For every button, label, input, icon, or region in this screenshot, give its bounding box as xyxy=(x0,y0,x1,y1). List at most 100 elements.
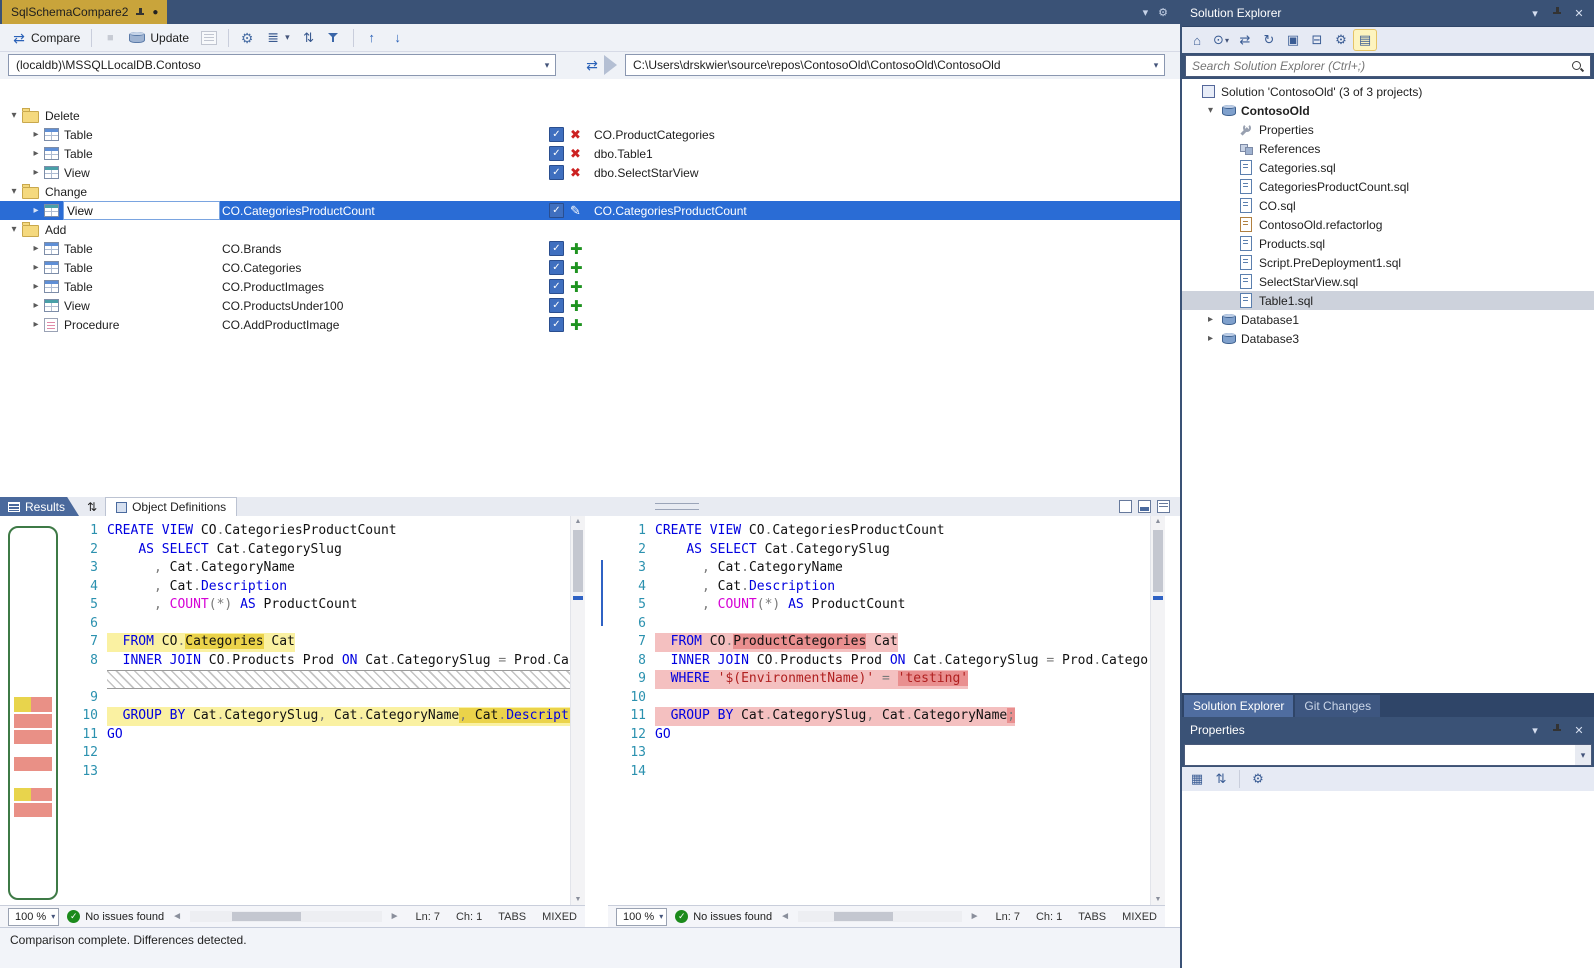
zoom-level-dropdown[interactable]: 100 %▾ xyxy=(8,908,59,926)
sort-results-button[interactable] xyxy=(296,28,322,48)
include-checkbox[interactable]: ✓ xyxy=(549,127,564,142)
scroll-left-icon[interactable]: ◄ xyxy=(780,911,790,922)
tree-item[interactable]: Categories.sql xyxy=(1182,158,1594,177)
scrollbar-thumb[interactable] xyxy=(1153,530,1163,592)
diff-row[interactable]: ▸View✓✖dbo.SelectStarView xyxy=(0,163,1180,182)
source-pane-button[interactable] xyxy=(1119,500,1132,513)
include-checkbox[interactable]: ✓ xyxy=(549,279,564,294)
include-checkbox[interactable]: ✓ xyxy=(549,317,564,332)
close-icon[interactable]: ✕ xyxy=(1572,724,1586,737)
left-editor-vertical-scrollbar[interactable]: ▲ ▼ xyxy=(570,516,585,905)
chevron-right-icon[interactable]: ▸ xyxy=(28,148,44,159)
properties-object-dropdown[interactable]: ▾ xyxy=(1184,744,1592,766)
previous-difference-button[interactable] xyxy=(359,28,385,48)
chevron-down-icon[interactable]: ▾ xyxy=(6,224,22,235)
chevron-down-icon[interactable]: ▾ xyxy=(1147,55,1164,75)
tree-item[interactable]: ▾ContosoOld xyxy=(1182,101,1594,120)
scroll-down-icon[interactable]: ▼ xyxy=(1151,896,1165,903)
pending-changes-filter-button[interactable]: ⊙▾ xyxy=(1210,30,1232,50)
chevron-down-icon[interactable]: ▾ xyxy=(1528,7,1542,20)
solution-explorer-titlebar[interactable]: Solution Explorer ▾ ✕ xyxy=(1182,0,1594,26)
pin-icon[interactable] xyxy=(135,7,145,18)
horizontal-scrollbar[interactable] xyxy=(190,911,382,922)
target-definition-editor[interactable]: 1CREATE VIEW CO.CategoriesProductCount2 … xyxy=(608,516,1165,905)
zoom-level-dropdown[interactable]: 100 %▾ xyxy=(616,908,667,926)
switch-views-button[interactable]: ⌂ xyxy=(1186,30,1208,50)
tree-item[interactable]: SelectStarView.sql xyxy=(1182,272,1594,291)
tree-item[interactable]: Script.PreDeployment1.sql xyxy=(1182,253,1594,272)
scroll-up-icon[interactable]: ▲ xyxy=(571,518,585,525)
tree-item[interactable]: CO.sql xyxy=(1182,196,1594,215)
search-icon[interactable] xyxy=(1571,60,1584,73)
filter-button[interactable] xyxy=(322,29,348,47)
split-panes-button[interactable] xyxy=(1138,500,1151,513)
include-checkbox[interactable]: ✓ xyxy=(549,146,564,161)
scroll-right-icon[interactable]: ► xyxy=(970,911,980,922)
scroll-left-icon[interactable]: ◄ xyxy=(172,911,182,922)
horizontal-scrollbar[interactable] xyxy=(798,911,962,922)
include-checkbox[interactable]: ✓ xyxy=(549,203,564,218)
tree-item[interactable]: CategoriesProductCount.sql xyxy=(1182,177,1594,196)
chevron-right-icon[interactable]: ▸ xyxy=(28,243,44,254)
include-checkbox[interactable]: ✓ xyxy=(549,165,564,180)
solution-tree[interactable]: Solution 'ContosoOld' (3 of 3 projects)▾… xyxy=(1182,79,1594,693)
solution-search-box[interactable] xyxy=(1185,55,1591,77)
group-results-button[interactable]: ▾ xyxy=(260,28,296,48)
tab-results[interactable]: Results xyxy=(0,497,79,516)
pin-icon[interactable] xyxy=(1550,723,1564,737)
categorized-button[interactable]: ▦ xyxy=(1186,769,1208,789)
pin-icon[interactable] xyxy=(1550,6,1564,20)
schema-diff-grid[interactable]: ▾Delete▸Table✓✖CO.ProductCategories ▸Tabl… xyxy=(0,79,1180,497)
properties-button[interactable]: ⚙ xyxy=(1330,30,1352,50)
chevron-right-icon[interactable]: ▸ xyxy=(28,205,44,216)
next-difference-button[interactable] xyxy=(385,28,411,48)
source-dropdown[interactable]: (localdb)\MSSQLLocalDB.Contoso ▾ xyxy=(8,54,556,76)
diff-row[interactable]: ▸TableCO.Brands✓✚ xyxy=(0,239,1180,258)
definition-sort-button[interactable]: ⇅ xyxy=(79,497,105,516)
include-checkbox[interactable]: ✓ xyxy=(549,260,564,275)
chevron-right-icon[interactable]: ▸ xyxy=(28,129,44,140)
property-pages-button[interactable]: ⚙ xyxy=(1247,769,1269,789)
document-list-chevron-icon[interactable]: ▾ xyxy=(1143,6,1149,19)
chevron-right-icon[interactable]: ▸ xyxy=(28,319,44,330)
alphabetical-button[interactable]: ⇅ xyxy=(1210,769,1232,789)
include-checkbox[interactable]: ✓ xyxy=(549,241,564,256)
tab-object-definitions[interactable]: Object Definitions xyxy=(105,497,237,516)
scroll-right-icon[interactable]: ► xyxy=(390,911,400,922)
tool-window-tab-git-changes[interactable]: Git Changes xyxy=(1295,695,1380,717)
diff-row[interactable]: ▸TableCO.Categories✓✚ xyxy=(0,258,1180,277)
compare-button[interactable]: Compare xyxy=(6,28,86,48)
chevron-right-icon[interactable]: ▸ xyxy=(28,262,44,273)
target-pane-button[interactable] xyxy=(1157,500,1170,513)
scroll-up-icon[interactable]: ▲ xyxy=(1151,518,1165,525)
chevron-collapsed-icon[interactable]: ▸ xyxy=(1208,333,1222,344)
include-checkbox[interactable]: ✓ xyxy=(549,298,564,313)
splitter-grip[interactable] xyxy=(655,503,699,510)
tree-item[interactable]: ContosoOld.refactorlog xyxy=(1182,215,1594,234)
diff-row[interactable]: ▸ViewCO.CategoriesProductCount✓✎CO.Categ… xyxy=(0,201,1180,220)
sync-with-active-document-button[interactable]: ⇄ xyxy=(1234,30,1256,50)
source-definition-editor[interactable]: 1CREATE VIEW CO.CategoriesProductCount2 … xyxy=(60,516,585,905)
chevron-down-icon[interactable]: ▾ xyxy=(538,55,555,75)
tree-item[interactable]: Products.sql xyxy=(1182,234,1594,253)
search-input[interactable] xyxy=(1186,59,1571,73)
diff-overview-map[interactable] xyxy=(8,526,58,900)
scrollbar-thumb[interactable] xyxy=(573,530,583,592)
diff-row[interactable]: ▸TableCO.ProductImages✓✚ xyxy=(0,277,1180,296)
tree-item[interactable]: ▸Database3 xyxy=(1182,329,1594,348)
target-dropdown[interactable]: C:\Users\drskwier\source\repos\ContosoOl… xyxy=(625,54,1165,76)
collapse-all-button[interactable]: ⊟ xyxy=(1306,30,1328,50)
chevron-down-icon[interactable]: ▾ xyxy=(6,186,22,197)
group-row-add[interactable]: ▾Add xyxy=(0,220,1180,239)
chevron-down-icon[interactable]: ▾ xyxy=(1528,724,1542,737)
switch-source-target-button[interactable]: ⇄ xyxy=(582,56,602,75)
group-row-delete[interactable]: ▾Delete xyxy=(0,106,1180,125)
diff-row[interactable]: ▸Table✓✖CO.ProductCategories xyxy=(0,125,1180,144)
tree-item[interactable]: Solution 'ContosoOld' (3 of 3 projects) xyxy=(1182,82,1594,101)
chevron-expanded-icon[interactable]: ▾ xyxy=(1208,105,1222,116)
window-gear-icon[interactable]: ⚙ xyxy=(1158,6,1168,19)
chevron-right-icon[interactable]: ▸ xyxy=(28,300,44,311)
close-icon[interactable]: ✕ xyxy=(1572,7,1586,20)
chevron-down-icon[interactable]: ▾ xyxy=(1575,745,1591,765)
scroll-down-icon[interactable]: ▼ xyxy=(571,896,585,903)
